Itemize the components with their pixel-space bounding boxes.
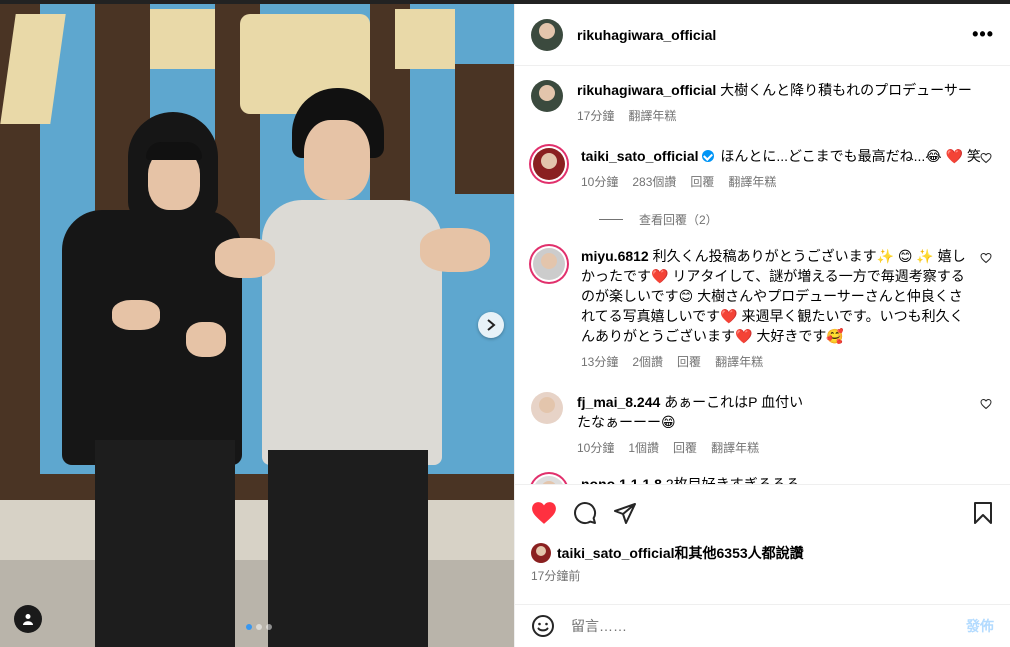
comment-likes[interactable]: 2個讚	[632, 352, 663, 372]
view-replies-label: 查看回覆（2）	[639, 213, 718, 227]
comment-item: nono.1.1.1.8 2枚目好きすぎるるる	[531, 474, 994, 484]
more-options-button[interactable]: •••	[972, 24, 994, 45]
reply-button[interactable]: 回覆	[673, 438, 697, 458]
verified-badge-icon	[701, 150, 714, 162]
avatar[interactable]	[531, 80, 563, 112]
caption-time: 17分鐘	[577, 109, 615, 123]
carousel-dot	[266, 624, 272, 630]
caption-text: 大樹くんと降り積もれのプロデューサー	[720, 82, 972, 98]
comment-time: 13分鐘	[581, 355, 619, 369]
comment-item: miyu.6812 利久くん投稿ありがとうございます✨ 😊 ✨ 嬉しかったです❤…	[531, 246, 994, 372]
post-time: 17分鐘前	[531, 569, 581, 583]
comment-like-heart-icon[interactable]	[980, 398, 992, 410]
user-tag-button[interactable]	[14, 605, 42, 633]
likes-suffix: 和其他6353人都說讚	[674, 545, 804, 561]
next-arrow-icon	[487, 319, 496, 331]
comment-username[interactable]: taiki_sato_official	[581, 148, 699, 164]
translate-link[interactable]: 翻譯年糕	[628, 106, 676, 126]
view-replies-button[interactable]: 查看回覆（2）	[599, 211, 718, 228]
post-actions: taiki_sato_official 和其他6353人都說讚 17分鐘前	[515, 484, 1010, 584]
header-username[interactable]: rikuhagiwara_official	[577, 27, 716, 43]
likes-summary[interactable]: taiki_sato_official 和其他6353人都說讚	[531, 543, 994, 563]
user-tag-icon	[23, 614, 33, 625]
translate-link[interactable]: 翻譯年糕	[711, 438, 759, 458]
heart-icon[interactable]	[531, 501, 557, 525]
avatar[interactable]	[533, 148, 565, 180]
comment-time: 10分鐘	[581, 175, 619, 189]
translate-link[interactable]: 翻譯年糕	[728, 172, 776, 192]
comment-item: taiki_sato_official ほんとに...どこまでも最高だね...😂…	[531, 146, 994, 192]
comment-like-heart-icon[interactable]	[980, 152, 992, 164]
reply-button[interactable]: 回覆	[690, 172, 714, 192]
comment-text: ほんとに...どこまでも最高だね...😂 ❤️ 笑	[720, 148, 981, 164]
comment-username[interactable]: miyu.6812	[581, 248, 649, 264]
post-comment-button[interactable]: 發佈	[966, 616, 994, 636]
add-comment-bar: 發佈	[515, 604, 1010, 647]
reply-button[interactable]: 回覆	[677, 352, 701, 372]
comment-text: 2枚目好きすぎるるる	[665, 476, 800, 484]
comment-likes[interactable]: 283個讚	[632, 172, 676, 192]
avatar[interactable]	[533, 248, 565, 280]
caption-username[interactable]: rikuhagiwara_official	[577, 82, 716, 98]
post-detail-panel: rikuhagiwara_official ••• rikuhagiwara_o…	[514, 4, 1010, 647]
bookmark-icon[interactable]	[972, 501, 994, 525]
avatar[interactable]	[531, 392, 563, 424]
avatar[interactable]	[531, 18, 563, 51]
comment-input[interactable]	[571, 618, 966, 634]
comment-item: fj_mai_8.244 あぁーこれはP 血付いたなぁーーー😁 10分鐘 1個讚…	[531, 392, 994, 458]
post-header: rikuhagiwara_official •••	[515, 4, 1010, 66]
emoji-icon[interactable]	[531, 614, 555, 638]
carousel-dot	[256, 624, 262, 630]
comment-icon[interactable]	[573, 501, 597, 525]
share-icon[interactable]	[613, 501, 637, 525]
post-photo	[0, 0, 514, 647]
comment-username[interactable]: nono.1.1.1.8	[581, 476, 662, 484]
comments-list[interactable]: rikuhagiwara_official 大樹くんと降り積もれのプロデューサー…	[515, 66, 1010, 484]
likes-user[interactable]: taiki_sato_official	[557, 545, 675, 561]
comment-like-heart-icon[interactable]	[980, 252, 992, 264]
avatar	[531, 543, 551, 563]
comment-username[interactable]: fj_mai_8.244	[577, 394, 660, 410]
comment-likes[interactable]: 1個讚	[628, 438, 659, 458]
avatar[interactable]	[533, 476, 565, 484]
carousel-dot	[246, 624, 252, 630]
carousel-dots	[246, 624, 272, 630]
next-photo-button[interactable]	[478, 312, 504, 338]
comment-time: 10分鐘	[577, 441, 615, 455]
translate-link[interactable]: 翻譯年糕	[715, 352, 763, 372]
caption: rikuhagiwara_official 大樹くんと降り積もれのプロデューサー…	[531, 80, 994, 126]
